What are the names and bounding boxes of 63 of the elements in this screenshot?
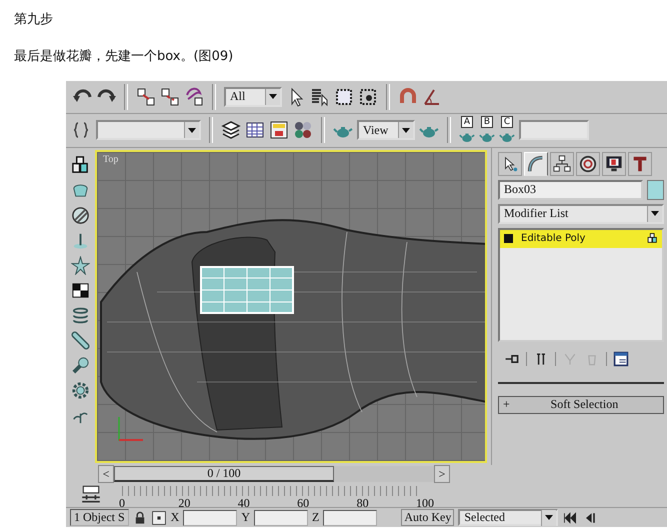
z-label: Z [312,510,320,526]
time-config-icon[interactable] [80,483,102,506]
bind-icon[interactable] [184,86,204,107]
time-slider-thumb[interactable]: 0 / 100 [114,466,334,482]
configure-icon[interactable] [613,350,629,367]
render-preset-button[interactable]: B [480,116,494,128]
caret-icon [188,128,196,133]
selection-status: 1 Object S [70,509,129,526]
selection-filter-dropdown[interactable]: All [224,86,282,107]
frame-number: 60 [297,496,310,512]
y-coordinate-field[interactable] [254,510,308,526]
link-icon[interactable] [136,86,156,107]
gear-icon[interactable] [71,380,90,400]
y-label: Y [241,510,250,526]
caret-icon [402,128,410,133]
named-selection-dropdown[interactable] [96,120,201,140]
ball-icon[interactable] [71,206,90,225]
go-to-start-icon[interactable] [562,510,578,526]
key-filter-dropdown[interactable]: Selected [458,509,558,526]
region-select-icon[interactable] [334,86,354,107]
panel-icon[interactable] [269,120,289,140]
table-icon[interactable] [245,120,265,140]
step-heading: 第九步 [14,11,54,29]
previous-button[interactable]: < [98,465,114,484]
axis-tripod-icon [118,416,143,441]
angle-snap-icon[interactable] [422,86,442,107]
key-mode-icon[interactable] [150,510,167,526]
time-slider-track[interactable]: 0 / 100 [114,466,434,482]
toolbar-field[interactable] [519,120,589,140]
render-view-dropdown[interactable]: View [357,120,415,140]
checker-icon[interactable] [71,280,90,300]
unlink-icon[interactable] [160,86,180,107]
boxes-icon [647,233,658,244]
boxes-icon[interactable] [71,156,90,175]
layers-icon[interactable] [221,120,241,140]
frame-number: 80 [356,496,370,512]
caret-icon [651,211,659,216]
frame-number: 0 [119,496,126,512]
x-label: X [170,510,180,526]
instruction-text: 最后是做花瓣，先建一个box。(图09) [14,48,234,66]
coil-icon[interactable] [71,306,90,325]
caret-icon [545,515,554,520]
render-preset-button[interactable]: A [460,116,474,128]
next-button[interactable]: > [434,465,450,484]
star-icon[interactable] [71,256,90,275]
object-color-swatch[interactable] [647,180,664,200]
capsule-icon[interactable] [71,330,90,350]
viewport-label: Top [102,152,120,167]
frame-number: 40 [238,496,251,512]
frame-number: 100 [416,496,435,512]
list-cursor-icon[interactable] [310,86,330,107]
spheres-icon[interactable] [293,120,313,140]
modifier-list-dropdown[interactable]: Modifier List [498,204,664,224]
caret-icon [269,94,277,100]
z-coordinate-field[interactable] [323,510,378,526]
x-coordinate-field[interactable] [183,510,238,526]
modifier-stack-item[interactable]: Editable Poly [500,230,662,248]
frame-number: 20 [178,496,192,512]
render-preset-button[interactable]: C [500,116,514,128]
rollout-header[interactable]: + Soft Selection [498,396,664,414]
auto-key-button[interactable]: Auto Key [401,509,454,526]
window-select-icon[interactable] [358,86,378,107]
object-name-field[interactable]: Box03 [498,180,643,200]
